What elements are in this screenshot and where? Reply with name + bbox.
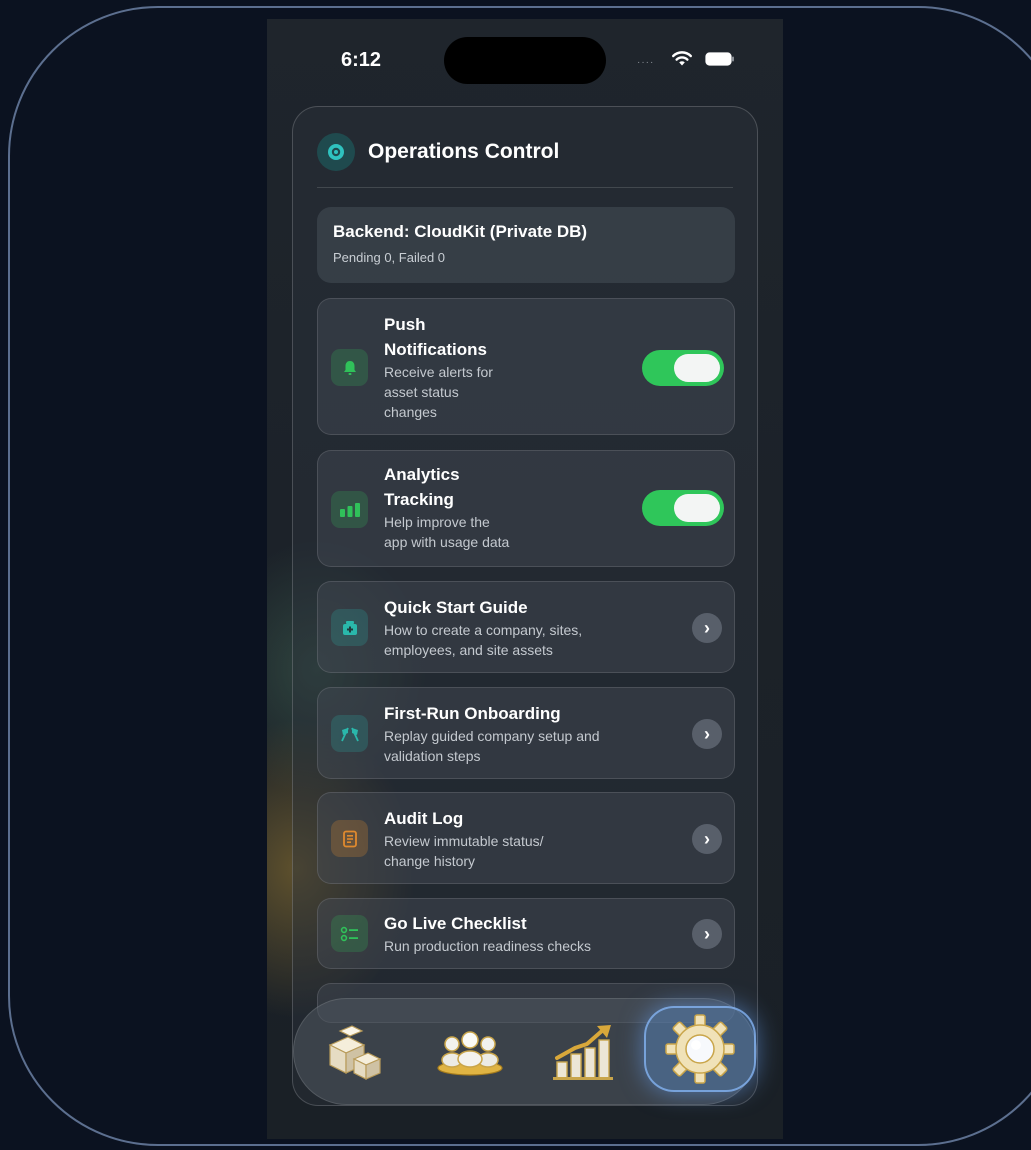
row-description: Run production readiness checks: [384, 938, 592, 954]
row-description: Receive alerts for: [384, 364, 493, 380]
row-title: Notifications: [384, 340, 487, 359]
gear-icon: [665, 1014, 735, 1084]
panel-title: Operations Control: [368, 140, 560, 163]
row-title: Push: [384, 315, 426, 334]
backend-status-card: Backend: CloudKit (Private DB) Pending 0…: [317, 207, 735, 283]
backend-title: Backend: CloudKit (Private DB): [333, 222, 588, 241]
document-icon: [331, 820, 368, 857]
backend-subtitle: Pending 0, Failed 0: [333, 250, 446, 265]
tab-reports[interactable]: [544, 1012, 624, 1092]
quick-start-guide-row[interactable]: Quick Start Guide How to create a compan…: [317, 581, 735, 673]
row-description: Review immutable status/: [384, 833, 544, 849]
bell-icon: [331, 349, 368, 386]
operations-control-panel: Operations Control Backend: CloudKit (Pr…: [292, 106, 758, 1106]
analytics-tracking-toggle[interactable]: [642, 490, 724, 526]
row-description: Help improve the: [384, 514, 490, 530]
row-description: validation steps: [384, 748, 481, 764]
growth-chart-icon: [553, 1025, 613, 1080]
row-description: employees, and site assets: [384, 642, 553, 658]
toggle-knob: [674, 354, 720, 382]
wifi-icon: [672, 51, 692, 66]
status-time: 6:12: [341, 49, 382, 71]
row-description: changes: [384, 404, 437, 420]
dynamic-island: [444, 37, 606, 84]
row-title: Go Live Checklist: [384, 914, 527, 933]
tab-assets[interactable]: [316, 1012, 396, 1092]
chevron-right-icon[interactable]: ›: [692, 919, 722, 949]
boxes-icon: [328, 1025, 382, 1080]
row-description: app with usage data: [384, 534, 510, 550]
bar-chart-icon: [331, 491, 368, 528]
chevron-right-icon[interactable]: ›: [692, 613, 722, 643]
row-title: Quick Start Guide: [384, 598, 528, 617]
chevron-right-icon[interactable]: ›: [692, 824, 722, 854]
row-title: Audit Log: [384, 809, 464, 828]
row-description: change history: [384, 853, 476, 869]
chevron-right-icon[interactable]: ›: [692, 719, 722, 749]
row-title: Analytics: [384, 465, 460, 484]
signal-icon: ····: [637, 57, 655, 68]
row-title: First-Run Onboarding: [384, 704, 561, 723]
panel-header: Operations Control: [317, 132, 559, 172]
toggle-knob: [674, 494, 720, 522]
tab-team[interactable]: [430, 1012, 510, 1092]
row-description: asset status: [384, 384, 459, 400]
first-aid-kit-icon: [331, 609, 368, 646]
battery-icon: [705, 52, 734, 66]
divider: [317, 187, 733, 188]
push-notifications-toggle[interactable]: [642, 350, 724, 386]
audit-log-row[interactable]: Audit Log Review immutable status/ chang…: [317, 792, 735, 884]
flags-icon: [331, 715, 368, 752]
first-run-onboarding-row[interactable]: First-Run Onboarding Replay guided compa…: [317, 687, 735, 779]
row-description: Replay guided company setup and: [384, 728, 600, 744]
checklist-icon: [331, 915, 368, 952]
go-live-checklist-row[interactable]: Go Live Checklist Run production readine…: [317, 898, 735, 969]
push-notifications-row: Push Notifications Receive alerts for as…: [317, 298, 735, 435]
row-description: How to create a company, sites,: [384, 622, 583, 638]
row-title: Tracking: [384, 490, 454, 509]
tab-settings[interactable]: [644, 1006, 756, 1092]
tab-bar: [293, 998, 757, 1105]
phone-screen: 6:12 ···· Operations Control Backend: Cl…: [267, 19, 783, 1139]
analytics-tracking-row: Analytics Tracking Help improve the app …: [317, 450, 735, 567]
people-icon: [437, 1031, 503, 1076]
control-icon: [317, 133, 355, 171]
